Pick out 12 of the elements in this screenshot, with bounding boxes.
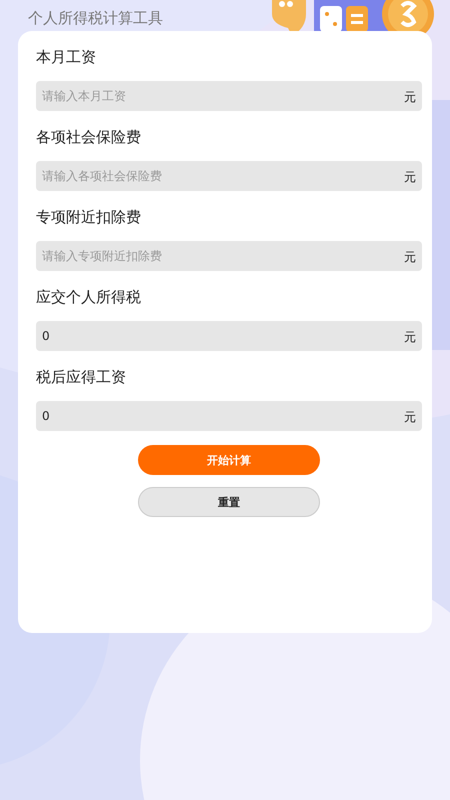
field-label: 本月工资 [36, 47, 97, 68]
unit-label: 元 [404, 169, 416, 186]
unit-label: 元 [404, 249, 416, 266]
unit-label: 元 [404, 409, 416, 426]
field-label: 专项附近扣除费 [36, 207, 142, 228]
unit-label: 元 [404, 329, 416, 346]
reset-button[interactable]: 重置 [138, 487, 320, 517]
page-title: 个人所得税计算工具 [27, 8, 163, 29]
field-label: 各项社会保险费 [36, 127, 142, 148]
field-label: 应交个人所得税 [36, 287, 142, 308]
unit-label: 元 [404, 89, 416, 106]
field-label: 税后应得工资 [36, 367, 127, 388]
